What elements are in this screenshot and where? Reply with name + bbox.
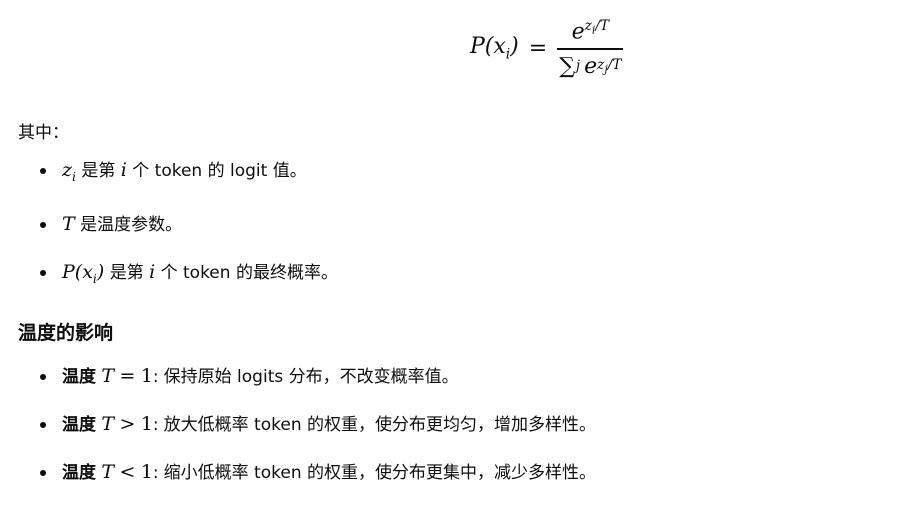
effect-text: 保持原始 logits 分布，不改变概率值。	[163, 367, 459, 387]
intro-text: 其中：	[18, 123, 69, 143]
math-number: 1	[140, 461, 153, 483]
math-operator: >	[119, 413, 136, 435]
definition-text: 是第	[109, 262, 144, 283]
effect-text: 放大低概率 token 的权重，使分布更均匀，增加多样性。	[163, 415, 597, 435]
colon: :	[152, 367, 159, 387]
effect-label: 温度	[62, 463, 96, 483]
math-var: i	[149, 260, 156, 283]
definition-item: P(xi) 是第 i 个 token 的最终概率。	[40, 260, 338, 291]
softmax-temperature-formula: P(xi) = ezi/T ∑ j e zj/T	[470, 18, 624, 79]
section-heading: 温度的影响	[18, 322, 114, 344]
effect-item: 温度 T < 1: 缩小低概率 token 的权重，使分布更集中，减少多样性。	[40, 460, 596, 485]
effect-item: 温度 T > 1: 放大低概率 token 的权重，使分布更均匀，增加多样性。	[40, 412, 596, 437]
math-number: 1	[140, 365, 153, 387]
definition-text: 个 token 的最终概率。	[160, 262, 338, 283]
math-operator: =	[119, 365, 136, 387]
math-var: T	[101, 365, 115, 387]
formula-equals: =	[528, 35, 548, 61]
definition-text: 个 token 的 logit 值。	[132, 161, 307, 181]
math-var: T	[101, 413, 115, 435]
colon: :	[152, 463, 159, 483]
effects-list: 温度 T = 1: 保持原始 logits 分布，不改变概率值。 温度 T > 1…	[40, 364, 596, 508]
formula-numerator: ezi/T	[571, 18, 610, 45]
colon: :	[152, 415, 159, 435]
math-number: 1	[140, 413, 153, 435]
formula-denominator: ∑ j e zj/T	[559, 53, 622, 79]
effect-text: 缩小低概率 token 的权重，使分布更集中，减少多样性。	[163, 463, 597, 483]
math-var: P(xi)	[62, 260, 105, 286]
formula-fraction: ezi/T ∑ j e zj/T	[557, 18, 624, 79]
effect-label: 温度	[62, 415, 96, 435]
effect-label: 温度	[62, 367, 96, 387]
definition-text: 是温度参数。	[80, 214, 183, 235]
effect-item: 温度 T = 1: 保持原始 logits 分布，不改变概率值。	[40, 364, 596, 389]
definition-text: 是第	[81, 161, 116, 181]
math-var: T	[101, 461, 115, 483]
definition-list: zi 是第 i 个 token 的 logit 值。 T 是温度参数。 P(xi…	[40, 158, 338, 314]
math-var: T	[62, 212, 75, 235]
math-operator: <	[119, 461, 136, 483]
definition-item: T 是温度参数。	[40, 212, 338, 237]
math-var: zi	[62, 159, 76, 184]
definition-item: zi 是第 i 个 token 的 logit 值。	[40, 158, 338, 189]
math-var: i	[120, 159, 127, 181]
formula-lhs: P(xi)	[470, 34, 519, 63]
